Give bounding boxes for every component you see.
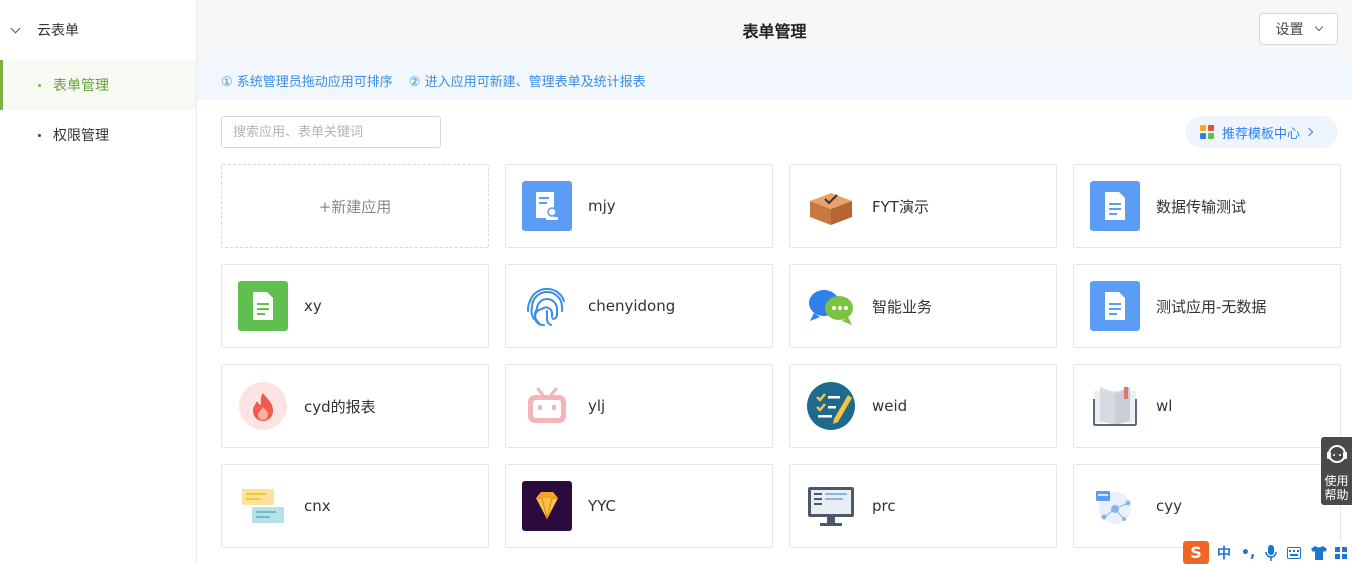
app-card[interactable]: cyy	[1073, 464, 1341, 548]
app-name: chenyidong	[588, 297, 676, 315]
bullet-icon	[38, 133, 41, 137]
app-card[interactable]: 测试应用-无数据	[1073, 264, 1341, 348]
chevron-down-icon	[10, 23, 21, 33]
app-name: prc	[872, 497, 896, 515]
app-card[interactable]: FYT演示	[789, 164, 1057, 248]
open-book-icon	[1090, 381, 1140, 431]
app-card[interactable]: cyd的报表	[221, 364, 489, 448]
app-card[interactable]: wl	[1073, 364, 1341, 448]
app-grid: +新建应用 mjy FYT演示 数据传输测试 xy chenyidong 智能业…	[221, 164, 1341, 548]
app-name: mjy	[588, 197, 616, 215]
template-center-button[interactable]: 推荐模板中心	[1185, 116, 1338, 148]
ime-toolbar[interactable]: S 中 •,	[1183, 541, 1352, 564]
network-nodes-icon	[1090, 481, 1140, 531]
new-app-label: +新建应用	[318, 197, 392, 216]
monitor-icon	[806, 481, 856, 531]
sogou-logo-icon: S	[1183, 541, 1209, 564]
checklist-pencil-icon	[806, 381, 856, 431]
chevron-down-icon	[1314, 22, 1323, 32]
flame-icon	[238, 381, 288, 431]
app-card[interactable]: 智能业务	[789, 264, 1057, 348]
grid-menu-icon[interactable]	[1335, 546, 1348, 559]
app-name: cyy	[1156, 497, 1183, 515]
app-card[interactable]: cnx	[221, 464, 489, 548]
app-name: cyd的报表	[304, 397, 376, 416]
headset-icon	[1326, 445, 1347, 463]
sidebar-item-form-management[interactable]: 表单管理	[0, 60, 196, 110]
tv-robot-icon	[522, 381, 572, 431]
app-name: xy	[304, 297, 322, 315]
sidebar-group-cloud-forms[interactable]: 云表单	[0, 0, 196, 60]
document-icon	[1090, 181, 1140, 231]
sidebar-group-label: 云表单	[37, 23, 79, 39]
app-card[interactable]: 数据传输测试	[1073, 164, 1341, 248]
bullet-icon	[38, 83, 41, 87]
app-name: ylj	[588, 397, 606, 415]
help-widget[interactable]: 使用 帮助	[1321, 437, 1352, 505]
app-name: YYC	[588, 497, 616, 515]
ime-punctuation[interactable]: •,	[1241, 545, 1255, 561]
app-card[interactable]: xy	[221, 264, 489, 348]
app-card[interactable]: mjy	[505, 164, 773, 248]
app-card[interactable]: ylj	[505, 364, 773, 448]
help-label-line2: 帮助	[1324, 488, 1349, 502]
app-name: 测试应用-无数据	[1156, 297, 1267, 316]
app-name: weid	[872, 397, 908, 415]
new-app-button[interactable]: +新建应用	[221, 164, 489, 248]
app-name: 智能业务	[872, 297, 933, 316]
app-name: cnx	[304, 497, 331, 515]
template-center-label: 推荐模板中心	[1222, 126, 1301, 142]
chevron-right-icon	[1304, 127, 1314, 137]
app-name: FYT演示	[872, 197, 929, 216]
ime-language[interactable]: 中	[1217, 543, 1231, 563]
tip-sort: ① 系统管理员拖动应用可排序	[221, 74, 393, 90]
sticky-notes-icon	[238, 481, 288, 531]
page-header: 表单管理 设置	[197, 0, 1352, 60]
apps-grid-icon	[1200, 125, 1214, 139]
search-input[interactable]	[221, 116, 441, 148]
app-name: 数据传输测试	[1156, 197, 1247, 216]
app-name: wl	[1156, 397, 1173, 415]
skin-shirt-icon[interactable]	[1311, 545, 1328, 560]
sidebar-item-label: 表单管理	[53, 78, 109, 94]
document-icon	[1090, 281, 1140, 331]
app-card[interactable]: prc	[789, 464, 1057, 548]
app-card[interactable]: YYC	[505, 464, 773, 548]
page-title: 表单管理	[742, 21, 807, 41]
package-box-icon	[806, 181, 856, 231]
app-card[interactable]: chenyidong	[505, 264, 773, 348]
form-doc-icon	[522, 181, 572, 231]
settings-label: 设置	[1275, 22, 1304, 38]
app-card[interactable]: weid	[789, 364, 1057, 448]
sidebar-item-label: 权限管理	[53, 128, 109, 144]
microphone-icon[interactable]	[1265, 544, 1278, 561]
settings-dropdown-button[interactable]: 设置	[1259, 13, 1338, 45]
tips-bar: ① 系统管理员拖动应用可排序 ② 进入应用可新建、管理表单及统计报表	[197, 60, 1352, 100]
diamond-icon	[522, 481, 572, 531]
sidebar: 云表单 表单管理 权限管理	[0, 0, 197, 564]
main-content: 表单管理 设置 ① 系统管理员拖动应用可排序 ② 进入应用可新建、管理表单及统计…	[197, 0, 1352, 564]
fingerprint-icon	[522, 281, 572, 331]
keyboard-icon[interactable]	[1287, 546, 1302, 559]
tip-manage: ② 进入应用可新建、管理表单及统计报表	[408, 74, 646, 90]
toolbar: 推荐模板中心	[197, 100, 1352, 164]
help-label-line1: 使用	[1324, 474, 1349, 488]
sidebar-item-permission-management[interactable]: 权限管理	[0, 110, 196, 160]
document-icon	[238, 281, 288, 331]
chat-bubbles-icon	[806, 281, 856, 331]
